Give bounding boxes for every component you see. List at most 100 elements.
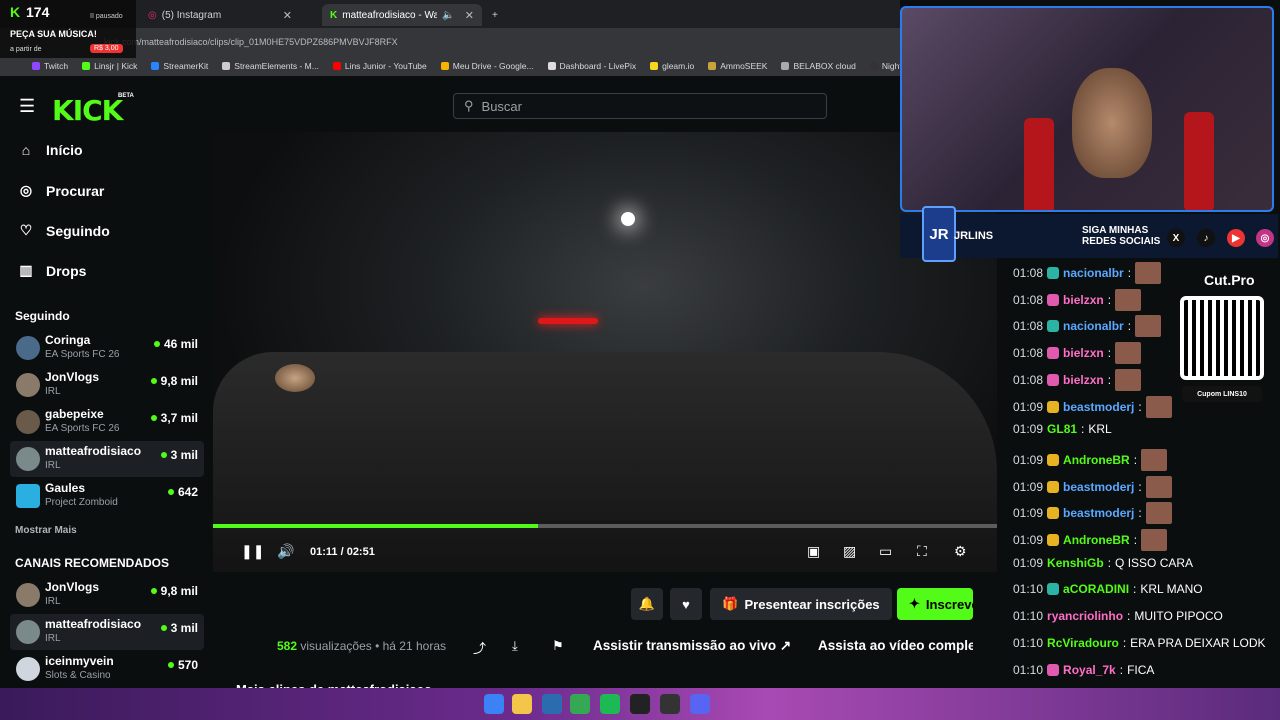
compass-icon: ◎ <box>19 182 33 198</box>
chat-message: 01:08 nacionalbr: <box>1013 315 1162 338</box>
chat-username[interactable]: nacionalbr <box>1063 266 1124 280</box>
chat-username[interactable]: bielzxn <box>1063 346 1104 360</box>
speaker-icon[interactable]: 🔈 <box>442 10 454 21</box>
recommended-channel-selected[interactable]: matteafrodisiaco IRL 3 mil <box>10 614 204 650</box>
windows-start-icon[interactable] <box>484 694 504 714</box>
chat-username[interactable]: aCORADINI <box>1063 582 1129 596</box>
chat-username[interactable]: Royal_7k <box>1063 663 1116 677</box>
progress-bar[interactable] <box>213 524 997 528</box>
close-icon[interactable]: ✕ <box>465 9 474 22</box>
subscribe-button[interactable]: ✦Inscrever-se <box>897 588 973 620</box>
bookmark-gleam[interactable]: gleam.io <box>650 61 694 71</box>
watch-full-link[interactable]: Assista ao vídeo completo <box>818 638 973 653</box>
pause-icon[interactable]: ❚❚ <box>241 543 264 560</box>
bookmark-drive[interactable]: Meu Drive - Google... <box>440 61 534 71</box>
bookmark-twitch[interactable]: Twitch <box>8 61 68 71</box>
nav-procurar[interactable]: ◎ Procurar <box>18 182 104 199</box>
chat-username[interactable]: nacionalbr <box>1063 319 1124 333</box>
bookmark-belabox[interactable]: BELABOX cloud <box>781 61 856 71</box>
clip-icon[interactable]: ▨ <box>843 543 856 560</box>
spotify-icon[interactable] <box>600 694 620 714</box>
nav-drops[interactable]: ▥ Drops <box>18 262 86 279</box>
chat-badge-icon <box>1047 267 1060 279</box>
nav-seguindo[interactable]: ♡ Seguindo <box>18 222 110 239</box>
discord-icon[interactable] <box>690 694 710 714</box>
recommended-channel[interactable]: JonVlogs IRL 9,8 mil <box>10 577 204 613</box>
avatar <box>16 657 40 681</box>
chat-badge-icon <box>1047 507 1060 520</box>
chat-colon: : <box>1127 609 1131 624</box>
report-icon[interactable]: ⚑ <box>552 638 564 654</box>
chat-colon: : <box>1133 533 1138 547</box>
file-explorer-icon[interactable] <box>512 694 532 714</box>
watch-live-link[interactable]: Assistir transmissão ao vivo ↗ <box>593 638 791 654</box>
chat-message: 01:10 Royal_7k: FICA <box>1013 663 1154 677</box>
chat-username[interactable]: AndroneBR <box>1063 533 1130 547</box>
chat-badge-icon <box>1047 373 1060 386</box>
url-field[interactable]: kick.com/matteafrodisiaco/clips/clip_01M… <box>104 37 398 47</box>
chat-colon: : <box>1107 346 1112 361</box>
volume-icon[interactable]: 🔊 <box>277 543 294 560</box>
following-channel[interactable]: gabepeixe EA Sports FC 26 3,7 mil <box>10 404 204 440</box>
chat-colon: : <box>1133 452 1138 467</box>
follow-button[interactable]: ♥ <box>670 588 702 620</box>
steam-icon[interactable] <box>542 694 562 714</box>
chat-username[interactable]: beastmoderj <box>1063 480 1134 494</box>
chat-colon: : <box>1081 422 1085 437</box>
video-player[interactable]: ❚❚ 🔊 01:11 / 02:51 ▣ ▨ ▭ ⛶ ⚙ <box>213 132 997 572</box>
chat-username[interactable]: ryancriolinho <box>1047 609 1123 623</box>
chrome-icon[interactable] <box>570 694 590 714</box>
cutpro-logo: Cut.Pro <box>1204 272 1255 288</box>
following-channel[interactable]: JonVlogs IRL 9,8 mil <box>10 367 204 403</box>
chat-colon: : <box>1107 372 1112 387</box>
menu-icon[interactable]: ☰ <box>19 96 35 117</box>
chat-username[interactable]: beastmoderj <box>1063 400 1134 414</box>
live-dot-icon <box>150 415 157 421</box>
share-icon[interactable]: ⤴ <box>473 638 486 657</box>
bookmark-livepix[interactable]: Dashboard - LivePix <box>547 61 636 71</box>
miniplayer-icon[interactable]: ▣ <box>807 543 820 560</box>
kick-logo[interactable]: KICK <box>52 94 123 127</box>
chat-username[interactable]: RcViradouro <box>1047 636 1119 650</box>
following-channel[interactable]: Coringa EA Sports FC 26 46 mil <box>10 330 204 366</box>
search-input[interactable]: ⚲ Buscar <box>453 93 827 119</box>
close-icon[interactable]: ✕ <box>283 9 292 22</box>
download-icon[interactable]: ⤓ <box>512 638 518 654</box>
recommended-channel[interactable]: iceinmyvein Slots & Casino 570 <box>10 651 204 687</box>
live-dot-icon <box>150 378 157 384</box>
chat-username[interactable]: GL81 <box>1047 422 1077 436</box>
search-placeholder: Buscar <box>481 98 522 114</box>
bookmark-youtube[interactable]: Lins Junior - YouTube <box>332 61 427 71</box>
gift-subs-button[interactable]: 🎁 Presentear inscrições <box>710 588 892 620</box>
notify-button[interactable]: 🔔 <box>631 588 663 620</box>
chat-username[interactable]: bielzxn <box>1063 373 1104 387</box>
bookmark-ammoseek[interactable]: AmmoSEEK <box>708 61 767 71</box>
terminal-icon[interactable] <box>630 694 650 714</box>
chat-username[interactable]: beastmoderj <box>1063 506 1134 520</box>
following-channel-selected[interactable]: matteafrodisiaco IRL 3 mil <box>10 441 204 477</box>
show-more-link[interactable]: Mostrar Mais <box>15 525 77 536</box>
tab-kick-clip[interactable]: K matteafrodisiaco - Watch c 🔈 ✕ <box>322 4 482 26</box>
chat-emote-icon <box>1115 368 1142 391</box>
chat-text: FICA <box>1127 662 1155 677</box>
nav-inicio[interactable]: ⌂ Início <box>18 142 83 158</box>
bookmark-streamerkit[interactable]: StreamerKit <box>151 61 208 71</box>
chat-emote-icon <box>1141 448 1168 471</box>
instagram-icon: ◎ <box>148 9 157 21</box>
theater-icon[interactable]: ▭ <box>879 543 892 560</box>
following-channel[interactable]: Gaules Project Zomboid 642 <box>10 478 204 514</box>
tab-instagram[interactable]: ◎ (5) Instagram ✕ <box>140 4 300 26</box>
chat-emote-icon <box>1145 395 1172 418</box>
bookmark-kick[interactable]: Linsjr | Kick <box>82 61 137 71</box>
bookmark-streamelements[interactable]: StreamElements - M... <box>222 61 319 71</box>
chat-message: 01:09 AndroneBR: <box>1013 448 1168 471</box>
chat-message: 01:10 ryancriolinho: MUITO PIPOCO <box>1013 609 1223 623</box>
obs-icon[interactable] <box>660 694 680 714</box>
settings-icon[interactable]: ⚙ <box>954 543 967 560</box>
chat-username[interactable]: AndroneBR <box>1063 453 1130 467</box>
heart-icon: ♥ <box>682 596 690 612</box>
chat-username[interactable]: bielzxn <box>1063 293 1104 307</box>
chat-username[interactable]: KenshiGb <box>1047 556 1104 570</box>
fullscreen-icon[interactable]: ⛶ <box>917 543 927 560</box>
new-tab-button[interactable]: + <box>484 4 506 26</box>
